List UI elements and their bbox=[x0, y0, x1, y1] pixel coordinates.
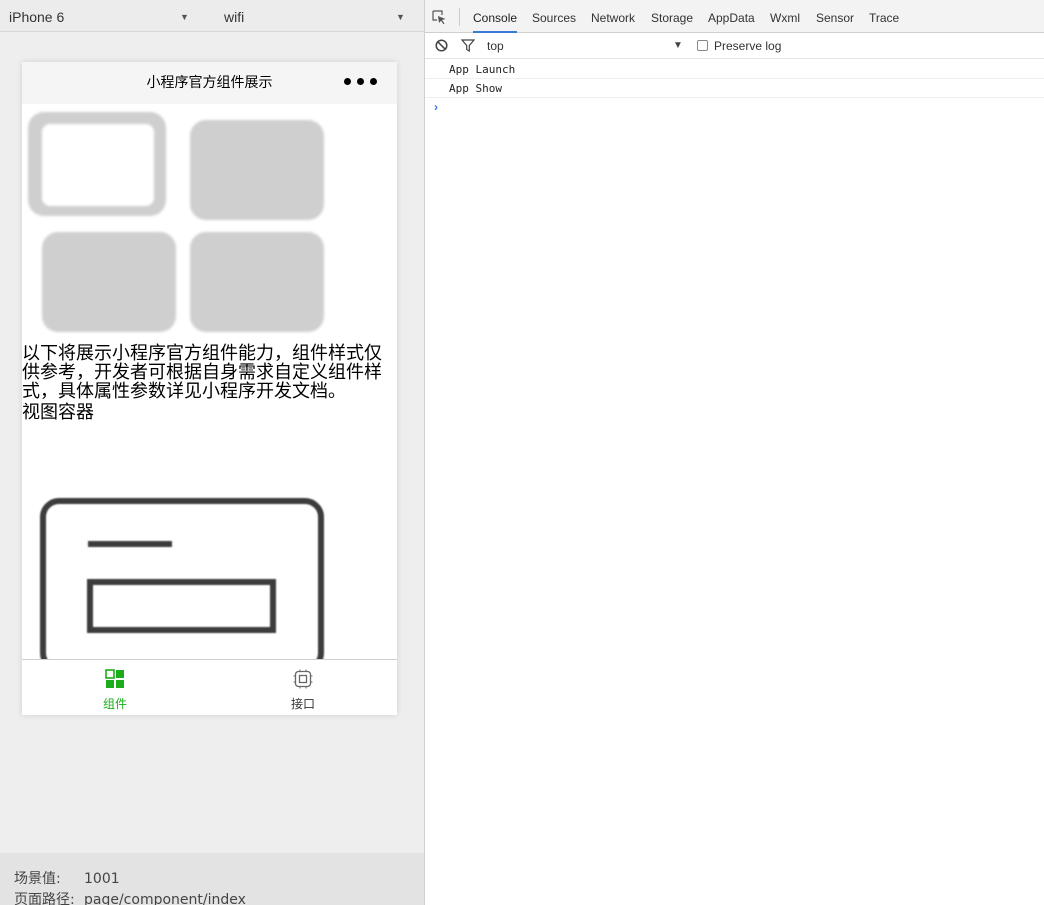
logo-tile bbox=[190, 232, 324, 332]
simulator-toolbar: iPhone 6 ▼ wifi ▼ bbox=[0, 0, 424, 32]
nav-title: 小程序官方组件展示 bbox=[146, 75, 273, 91]
simulator-status-bar: 场景值: 1001 页面路径: page/component/index bbox=[0, 853, 424, 905]
tab-wxml[interactable]: Wxml bbox=[770, 0, 800, 33]
log-entry: App Show bbox=[425, 79, 1044, 98]
device-select[interactable]: iPhone 6 ▼ bbox=[9, 0, 199, 32]
tab-bar: 组件 接口 bbox=[22, 659, 397, 715]
tab-network[interactable]: Network bbox=[591, 0, 635, 33]
mini-program-logo-icon bbox=[24, 106, 334, 336]
network-select-value: wifi bbox=[224, 9, 245, 25]
chevron-down-icon: ▼ bbox=[673, 40, 683, 51]
page-content[interactable]: 以下将展示小程序官方组件能力，组件样式仅供参考，开发者可根据自身需求自定义组件样… bbox=[22, 104, 397, 672]
tab-trace[interactable]: Trace bbox=[869, 0, 899, 33]
logo-tile bbox=[28, 112, 166, 216]
chip-icon bbox=[293, 669, 313, 689]
logo-tile bbox=[190, 120, 324, 220]
section-label: 视图容器 bbox=[22, 402, 94, 423]
console-prompt[interactable]: › bbox=[425, 98, 1044, 116]
page-path-row: 页面路径: page/component/index bbox=[14, 891, 246, 905]
filter-icon[interactable] bbox=[461, 39, 475, 52]
tab-components-label: 组件 bbox=[102, 697, 127, 711]
scene-value: 1001 bbox=[84, 871, 120, 887]
intro-text: 以下将展示小程序官方组件能力，组件样式仅供参考，开发者可根据自身需求自定义组件样… bbox=[22, 343, 382, 402]
navigation-bar: 小程序官方组件展示 bbox=[22, 62, 397, 104]
console-toolbar: top ▼ Preserve log bbox=[425, 33, 1044, 59]
chevron-down-icon: ▼ bbox=[180, 12, 189, 22]
chevron-down-icon: ▼ bbox=[396, 12, 405, 22]
inspect-element-icon[interactable] bbox=[431, 9, 447, 25]
more-menu-icon[interactable] bbox=[344, 78, 378, 88]
tab-api[interactable]: 接口 bbox=[263, 660, 343, 715]
simulator-pane: iPhone 6 ▼ wifi ▼ 小程序官方组件展示 以下将展示小程序官方组件… bbox=[0, 0, 424, 905]
divider bbox=[459, 8, 460, 26]
page-path-label: 页面路径: bbox=[14, 892, 75, 905]
phone-screen: 小程序官方组件展示 以下将展示小程序官方组件能力，组件样式仅供参考，开发者可根据… bbox=[22, 62, 397, 715]
clear-console-icon[interactable] bbox=[435, 39, 448, 52]
tab-console[interactable]: Console bbox=[473, 0, 518, 33]
page-path-value: page/component/index bbox=[84, 892, 246, 905]
tab-api-label: 接口 bbox=[290, 697, 315, 711]
grid-icon bbox=[105, 669, 124, 688]
scene-label: 场景值: bbox=[14, 871, 61, 887]
tab-appdata[interactable]: AppData bbox=[708, 0, 755, 33]
devtools-pane: Console Sources Network Storage AppData … bbox=[424, 0, 1044, 905]
preserve-log-label: Preserve log bbox=[714, 39, 782, 53]
device-select-value: iPhone 6 bbox=[9, 9, 65, 25]
scene-value-row: 场景值: 1001 bbox=[14, 870, 120, 888]
tab-storage[interactable]: Storage bbox=[651, 0, 693, 33]
network-select[interactable]: wifi ▼ bbox=[224, 0, 412, 32]
console-output[interactable]: App Launch App Show › bbox=[425, 60, 1044, 116]
log-entry: App Launch bbox=[425, 60, 1044, 79]
view-container-icon[interactable] bbox=[40, 496, 324, 674]
preserve-log-checkbox[interactable] bbox=[697, 40, 708, 51]
context-select-value: top bbox=[487, 39, 504, 53]
tab-sources[interactable]: Sources bbox=[532, 0, 576, 33]
devtools-tab-bar: Console Sources Network Storage AppData … bbox=[425, 0, 1044, 33]
logo-tile bbox=[42, 232, 176, 332]
tab-sensor[interactable]: Sensor bbox=[816, 0, 854, 33]
context-select[interactable]: top ▼ bbox=[487, 33, 685, 59]
tab-components[interactable]: 组件 bbox=[75, 660, 155, 715]
